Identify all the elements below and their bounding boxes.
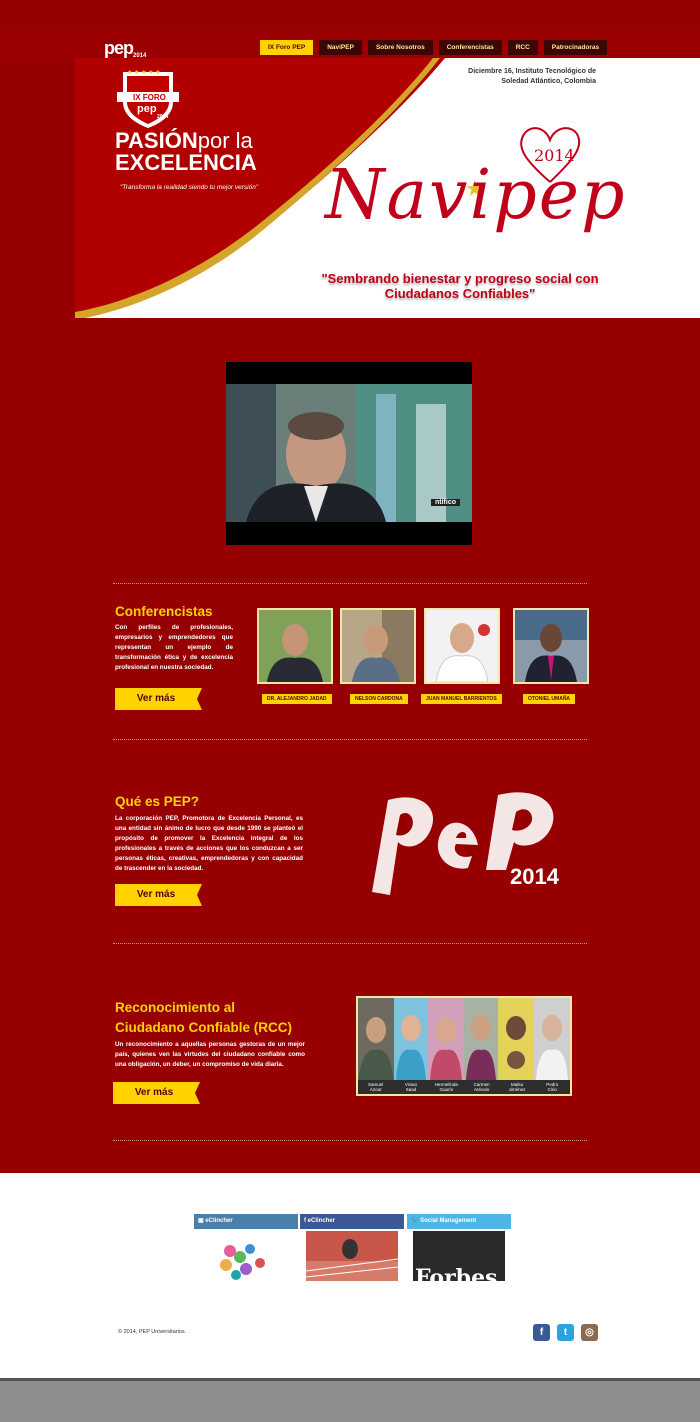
badge-year: 2014 xyxy=(157,114,169,120)
speaker-name-2[interactable]: NELSON CARDONA xyxy=(350,694,408,704)
speaker-photo-2[interactable] xyxy=(340,608,416,684)
feed-image-1 xyxy=(200,1231,292,1281)
event-name: Navipep xyxy=(325,156,627,235)
que-es-pep-text: La corporación PEP, Promotora de Excelen… xyxy=(115,815,303,872)
rcc-person-5: Maika Jiménez xyxy=(508,1082,526,1092)
instagram-icon[interactable]: ◎ xyxy=(581,1324,598,1341)
nav-item-navipep[interactable]: NaviPEP xyxy=(319,40,362,55)
rcc-more-button[interactable]: Ver más xyxy=(113,1082,200,1104)
feed-image-2 xyxy=(306,1231,398,1281)
section-divider xyxy=(113,583,587,584)
event-date: Diciembre 16, Instituto Tecnológico de S… xyxy=(468,68,596,85)
feed-header-1: ▣ eClincher xyxy=(194,1214,298,1229)
speaker-photo-4[interactable] xyxy=(513,608,589,684)
section-divider xyxy=(113,739,587,740)
facebook-icon[interactable]: f xyxy=(533,1324,550,1341)
page-bottom-edge xyxy=(0,1378,700,1381)
speaker-name-4[interactable]: OTONIEL UMAÑA xyxy=(523,694,576,704)
speaker-name-1[interactable]: DR. ALEJANDRO JADAD xyxy=(262,694,332,704)
hero-title: PASIÓNpor la EXCELENCIA xyxy=(115,128,257,175)
section-divider xyxy=(113,943,587,944)
pep-logo-year: 2014 xyxy=(510,864,559,889)
rcc-person-6: Pedro Cirio xyxy=(546,1082,559,1092)
video-caption: ntífico xyxy=(431,499,460,506)
hero-banner: ★ ★ ★ ★ ★ IX FORO pep 2014 PASIÓNpor la … xyxy=(75,58,700,318)
rcc-text: Un reconocimiento a aquellas personas ge… xyxy=(115,1041,305,1068)
rcc-title: Reconocimiento al Ciudadano Confiable (R… xyxy=(115,1000,292,1035)
que-es-pep-more-button[interactable]: Ver más xyxy=(115,884,202,906)
feed-header-3: 🐦 Social Management xyxy=(407,1214,511,1229)
feed-card-1[interactable]: ▣ eClincher xyxy=(194,1214,298,1281)
main-nav: IX Foro PEP NaviPEP Sobre Nosotros Confe… xyxy=(260,40,608,55)
nav-item-rcc[interactable]: RCC xyxy=(507,40,538,55)
svg-text:★ ★ ★ ★ ★: ★ ★ ★ ★ ★ xyxy=(127,69,161,76)
rcc-person-3: Hermelinda Guarín xyxy=(434,1082,458,1092)
rcc-photos xyxy=(358,998,570,1080)
feed-header-2: f eClincher xyxy=(300,1214,404,1229)
rcc-person-2: Vivian Saad xyxy=(404,1082,418,1092)
badge-label: IX FORO xyxy=(133,93,166,102)
speaker-photo-1[interactable] xyxy=(257,608,333,684)
conferencistas-text: Con perfiles de profesionales, empresari… xyxy=(115,624,233,671)
rcc-names-bar: Samuel Azout Vivian Saad Hermelinda Guarín … xyxy=(358,1080,570,1094)
nav-item-ix-foro-pep[interactable]: IX Foro PEP xyxy=(260,40,314,55)
nav-item-patrocinadoras[interactable]: Patrocinadoras xyxy=(543,40,608,55)
section-divider xyxy=(113,1140,587,1141)
conferencistas-more-button[interactable]: Ver más xyxy=(115,688,202,710)
nav-item-conferencistas[interactable]: Conferencistas xyxy=(438,40,502,55)
event-slogan: "Sembrando bienestar y progreso social c… xyxy=(321,271,599,301)
que-es-pep-title: Qué es PEP? xyxy=(115,794,200,809)
speaker-photo-3[interactable] xyxy=(424,608,500,684)
video-player[interactable]: ntífico xyxy=(226,362,472,545)
site-logo[interactable]: pep2014 xyxy=(104,38,146,59)
feed-image-3: Forbes xyxy=(413,1231,505,1281)
feed-card-2[interactable]: f eClincher xyxy=(300,1214,404,1281)
rcc-person-4: Carmen Arévalo xyxy=(473,1082,490,1092)
forbes-logo: Forbes xyxy=(415,1265,498,1281)
conferencistas-title: Conferencistas xyxy=(115,604,213,619)
copyright-text: © 2014, PEP Universitarios. xyxy=(118,1329,187,1335)
hero-subtitle: "Transforma la realidad siendo tu mejor … xyxy=(120,184,259,191)
badge-pep: pep xyxy=(137,103,157,115)
speaker-name-3[interactable]: JUAN MANUEL BARRIENTOS xyxy=(421,694,502,704)
twitter-icon: 🐦 xyxy=(411,1218,421,1224)
twitter-icon[interactable]: t xyxy=(557,1324,574,1341)
rcc-person-1: Samuel Azout xyxy=(368,1082,384,1092)
nav-item-sobre-nosotros[interactable]: Sobre Nosotros xyxy=(367,40,433,55)
feed-card-3[interactable]: 🐦 Social Management Forbes xyxy=(407,1214,511,1281)
rcc-collage[interactable]: Samuel Azout Vivian Saad Hermelinda Guarín … xyxy=(356,996,572,1096)
